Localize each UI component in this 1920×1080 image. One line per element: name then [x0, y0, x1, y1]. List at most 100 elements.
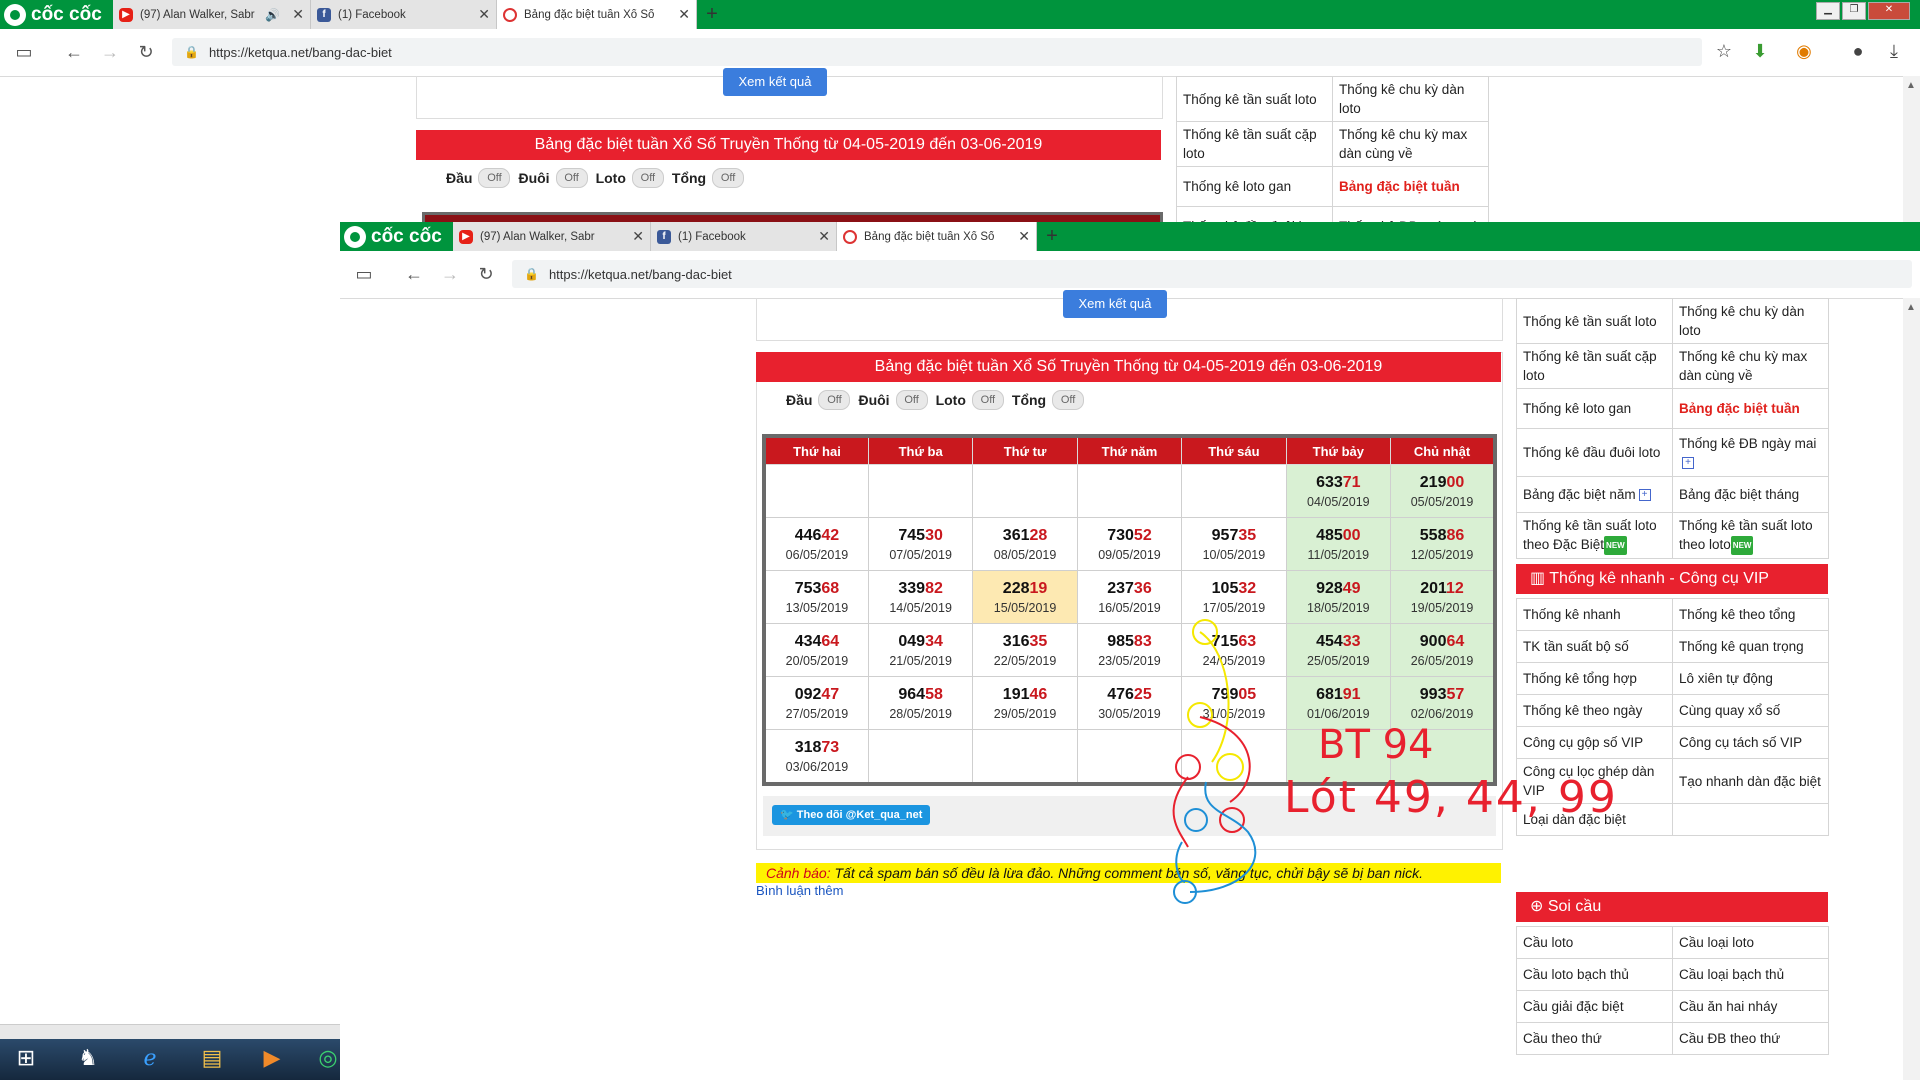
- sidebar-link[interactable]: Thống kê chu kỳ dàn loto: [1672, 298, 1829, 344]
- sidebar-link[interactable]: Cầu loto bạch thủ: [1516, 958, 1673, 991]
- sidebar-link[interactable]: Bảng đặc biệt năm +: [1516, 476, 1673, 513]
- draw-date: 06/05/2019: [785, 547, 849, 562]
- download-icon[interactable]: ⬇: [1748, 41, 1772, 62]
- sidebar-link[interactable]: Bảng đặc biệt tháng: [1672, 476, 1829, 513]
- url-field[interactable]: 🔒 https://ketqua.net/bang-dac-biet: [512, 260, 1912, 288]
- sidebar-link[interactable]: Thống kê tần suất loto: [1176, 76, 1333, 122]
- tab-ketqua[interactable]: Bảng đặc biệt tuần Xổ Số ✕: [837, 222, 1037, 251]
- url-field[interactable]: 🔒 https://ketqua.net/bang-dac-biet: [172, 38, 1702, 66]
- toggle-loto[interactable]: Off: [971, 390, 1004, 410]
- coccoc-ext-icon[interactable]: ◉: [1792, 41, 1816, 62]
- expand-plus-icon[interactable]: +: [1638, 489, 1651, 502]
- sidebar-toggle-icon[interactable]: ▭: [352, 264, 376, 284]
- sidebar-link[interactable]: Cầu loto: [1516, 926, 1673, 959]
- sidebar-link[interactable]: Cầu loại loto: [1672, 926, 1829, 959]
- close-tab-icon[interactable]: ✕: [632, 228, 644, 245]
- sidebar-toggle-icon[interactable]: ▭: [12, 42, 36, 62]
- toggle-loto[interactable]: Off: [631, 168, 664, 188]
- scroll-up-icon[interactable]: ▲: [1906, 302, 1916, 313]
- view-results-button[interactable]: Xem kết quả: [1063, 290, 1167, 318]
- game-app-icon[interactable]: ♞: [70, 1041, 106, 1075]
- sidebar-link[interactable]: Công cụ lọc ghép dàn VIP: [1516, 758, 1673, 804]
- day-cell: 36128 08/05/2019: [972, 517, 1078, 571]
- twitter-follow-button[interactable]: 🐦 Theo dõi @Ket_qua_net: [772, 805, 931, 825]
- restore-button[interactable]: ❐: [1842, 2, 1866, 20]
- view-results-button[interactable]: Xem kết quả: [723, 68, 827, 96]
- more-comments-link[interactable]: Bình luận thêm: [756, 883, 843, 898]
- sidebar-link[interactable]: TK tần suất bộ số: [1516, 630, 1673, 663]
- sidebar-link[interactable]: Loại dàn đặc biệt: [1516, 803, 1673, 836]
- tab-youtube[interactable]: ▶ (97) Alan Walker, Sabr 🔊 ✕: [113, 0, 311, 29]
- reload-button[interactable]: ↻: [474, 264, 498, 284]
- sidebar-link[interactable]: Thống kê tần suất cặp loto: [1176, 121, 1333, 167]
- internet-explorer-icon[interactable]: ℯ: [132, 1041, 168, 1075]
- sidebar-link[interactable]: Cầu ĐB theo thứ: [1672, 1022, 1829, 1055]
- tab-facebook[interactable]: f (1) Facebook ✕: [651, 222, 837, 251]
- sidebar-link[interactable]: Thống kê loto gan: [1176, 166, 1333, 207]
- account-icon[interactable]: ●: [1846, 41, 1870, 62]
- minimize-button[interactable]: ▁: [1816, 2, 1840, 20]
- coccoc-logo[interactable]: cốc cốc: [0, 0, 113, 29]
- speaker-icon[interactable]: 🔊: [265, 8, 280, 22]
- sidebar-link[interactable]: Thống kê quan trọng: [1672, 630, 1829, 663]
- coccoc-logo[interactable]: cốc cốc: [340, 222, 453, 251]
- close-tab-icon[interactable]: ✕: [1018, 228, 1030, 245]
- sidebar-link[interactable]: Thống kê chu kỳ dàn loto: [1332, 76, 1489, 122]
- close-tab-icon[interactable]: ✕: [678, 6, 690, 23]
- file-explorer-icon[interactable]: ▤: [194, 1041, 230, 1075]
- tab-youtube[interactable]: ▶ (97) Alan Walker, Sabr ✕: [453, 222, 651, 251]
- close-tab-icon[interactable]: ✕: [292, 6, 304, 23]
- sidebar-link[interactable]: Cầu ăn hai nháy: [1672, 990, 1829, 1023]
- toggle-tong[interactable]: Off: [1052, 390, 1085, 410]
- sidebar-link[interactable]: Thống kê tần suất loto theo loto NEW: [1672, 512, 1829, 559]
- expand-plus-icon[interactable]: +: [1682, 456, 1694, 469]
- sidebar-link[interactable]: Thống kê theo ngày: [1516, 694, 1673, 727]
- sidebar-link-active[interactable]: Bảng đặc biệt tuần: [1332, 166, 1489, 207]
- sidebar-link[interactable]: Thống kê theo tổng: [1672, 598, 1829, 631]
- sidebar-link[interactable]: Cầu theo thứ: [1516, 1022, 1673, 1055]
- sidebar-link[interactable]: Thống kê chu kỳ max dàn cùng về: [1672, 343, 1829, 389]
- sidebar-link-active[interactable]: Bảng đặc biệt tuần: [1672, 388, 1829, 429]
- new-tab-button[interactable]: +: [1040, 225, 1064, 247]
- new-tab-button[interactable]: +: [700, 3, 724, 25]
- media-player-icon[interactable]: ▶: [254, 1041, 290, 1075]
- sidebar-link[interactable]: Lô xiên tự động: [1672, 662, 1829, 695]
- toggle-duoi[interactable]: Off: [555, 168, 588, 188]
- reload-button[interactable]: ↻: [134, 42, 158, 62]
- close-tab-icon[interactable]: ✕: [478, 6, 490, 23]
- toggle-duoi[interactable]: Off: [895, 390, 928, 410]
- toggle-tong[interactable]: Off: [712, 168, 745, 188]
- sidebar-link[interactable]: Cầu loại bạch thủ: [1672, 958, 1829, 991]
- sidebar-link[interactable]: Thống kê nhanh: [1516, 598, 1673, 631]
- sidebar-link[interactable]: Thống kê tần suất loto: [1516, 298, 1673, 344]
- horizontal-scrollbar[interactable]: [0, 1024, 340, 1040]
- close-tab-icon[interactable]: ✕: [818, 228, 830, 245]
- sidebar-link[interactable]: Cầu giải đặc biệt: [1516, 990, 1673, 1023]
- tab-ketqua[interactable]: Bảng đặc biệt tuần Xổ Số ✕: [497, 0, 697, 29]
- forward-button[interactable]: →: [98, 42, 122, 62]
- back-button[interactable]: ←: [62, 42, 86, 62]
- bookmark-star-icon[interactable]: ☆: [1712, 41, 1736, 62]
- sidebar-link[interactable]: Thống kê đầu đuôi loto: [1516, 428, 1673, 477]
- forward-button[interactable]: →: [438, 264, 462, 284]
- sidebar-link[interactable]: Thống kê tần suất cặp loto: [1516, 343, 1673, 389]
- sidebar-link[interactable]: Tạo nhanh dàn đặc biệt: [1672, 758, 1829, 804]
- close-window-button[interactable]: ✕: [1868, 2, 1910, 20]
- sidebar-link[interactable]: Thống kê loto gan: [1516, 388, 1673, 429]
- back-button[interactable]: ←: [402, 264, 426, 284]
- sidebar-link[interactable]: Cùng quay xổ số: [1672, 694, 1829, 727]
- sidebar-link[interactable]: Công cụ gộp số VIP: [1516, 726, 1673, 759]
- sidebar-link[interactable]: Thống kê chu kỳ max dàn cùng về: [1332, 121, 1489, 167]
- toggle-dau[interactable]: Off: [478, 168, 511, 188]
- scroll-up-icon[interactable]: ▲: [1906, 80, 1916, 91]
- day-cell: 74530 07/05/2019: [867, 517, 974, 571]
- vertical-scrollbar[interactable]: ▲: [1903, 298, 1920, 1080]
- tab-facebook[interactable]: f (1) Facebook ✕: [311, 0, 497, 29]
- sidebar-link[interactable]: Thống kê tần suất loto theo Đặc Biệt NEW: [1516, 512, 1673, 559]
- toggle-dau[interactable]: Off: [818, 390, 851, 410]
- sidebar-link[interactable]: Công cụ tách số VIP: [1672, 726, 1829, 759]
- sidebar-link[interactable]: Thống kê ĐB ngày mai +: [1672, 428, 1829, 477]
- downloads-menu-icon[interactable]: ⤓: [1882, 41, 1906, 62]
- start-icon[interactable]: ⊞: [8, 1041, 44, 1075]
- sidebar-link[interactable]: Thống kê tổng hợp: [1516, 662, 1673, 695]
